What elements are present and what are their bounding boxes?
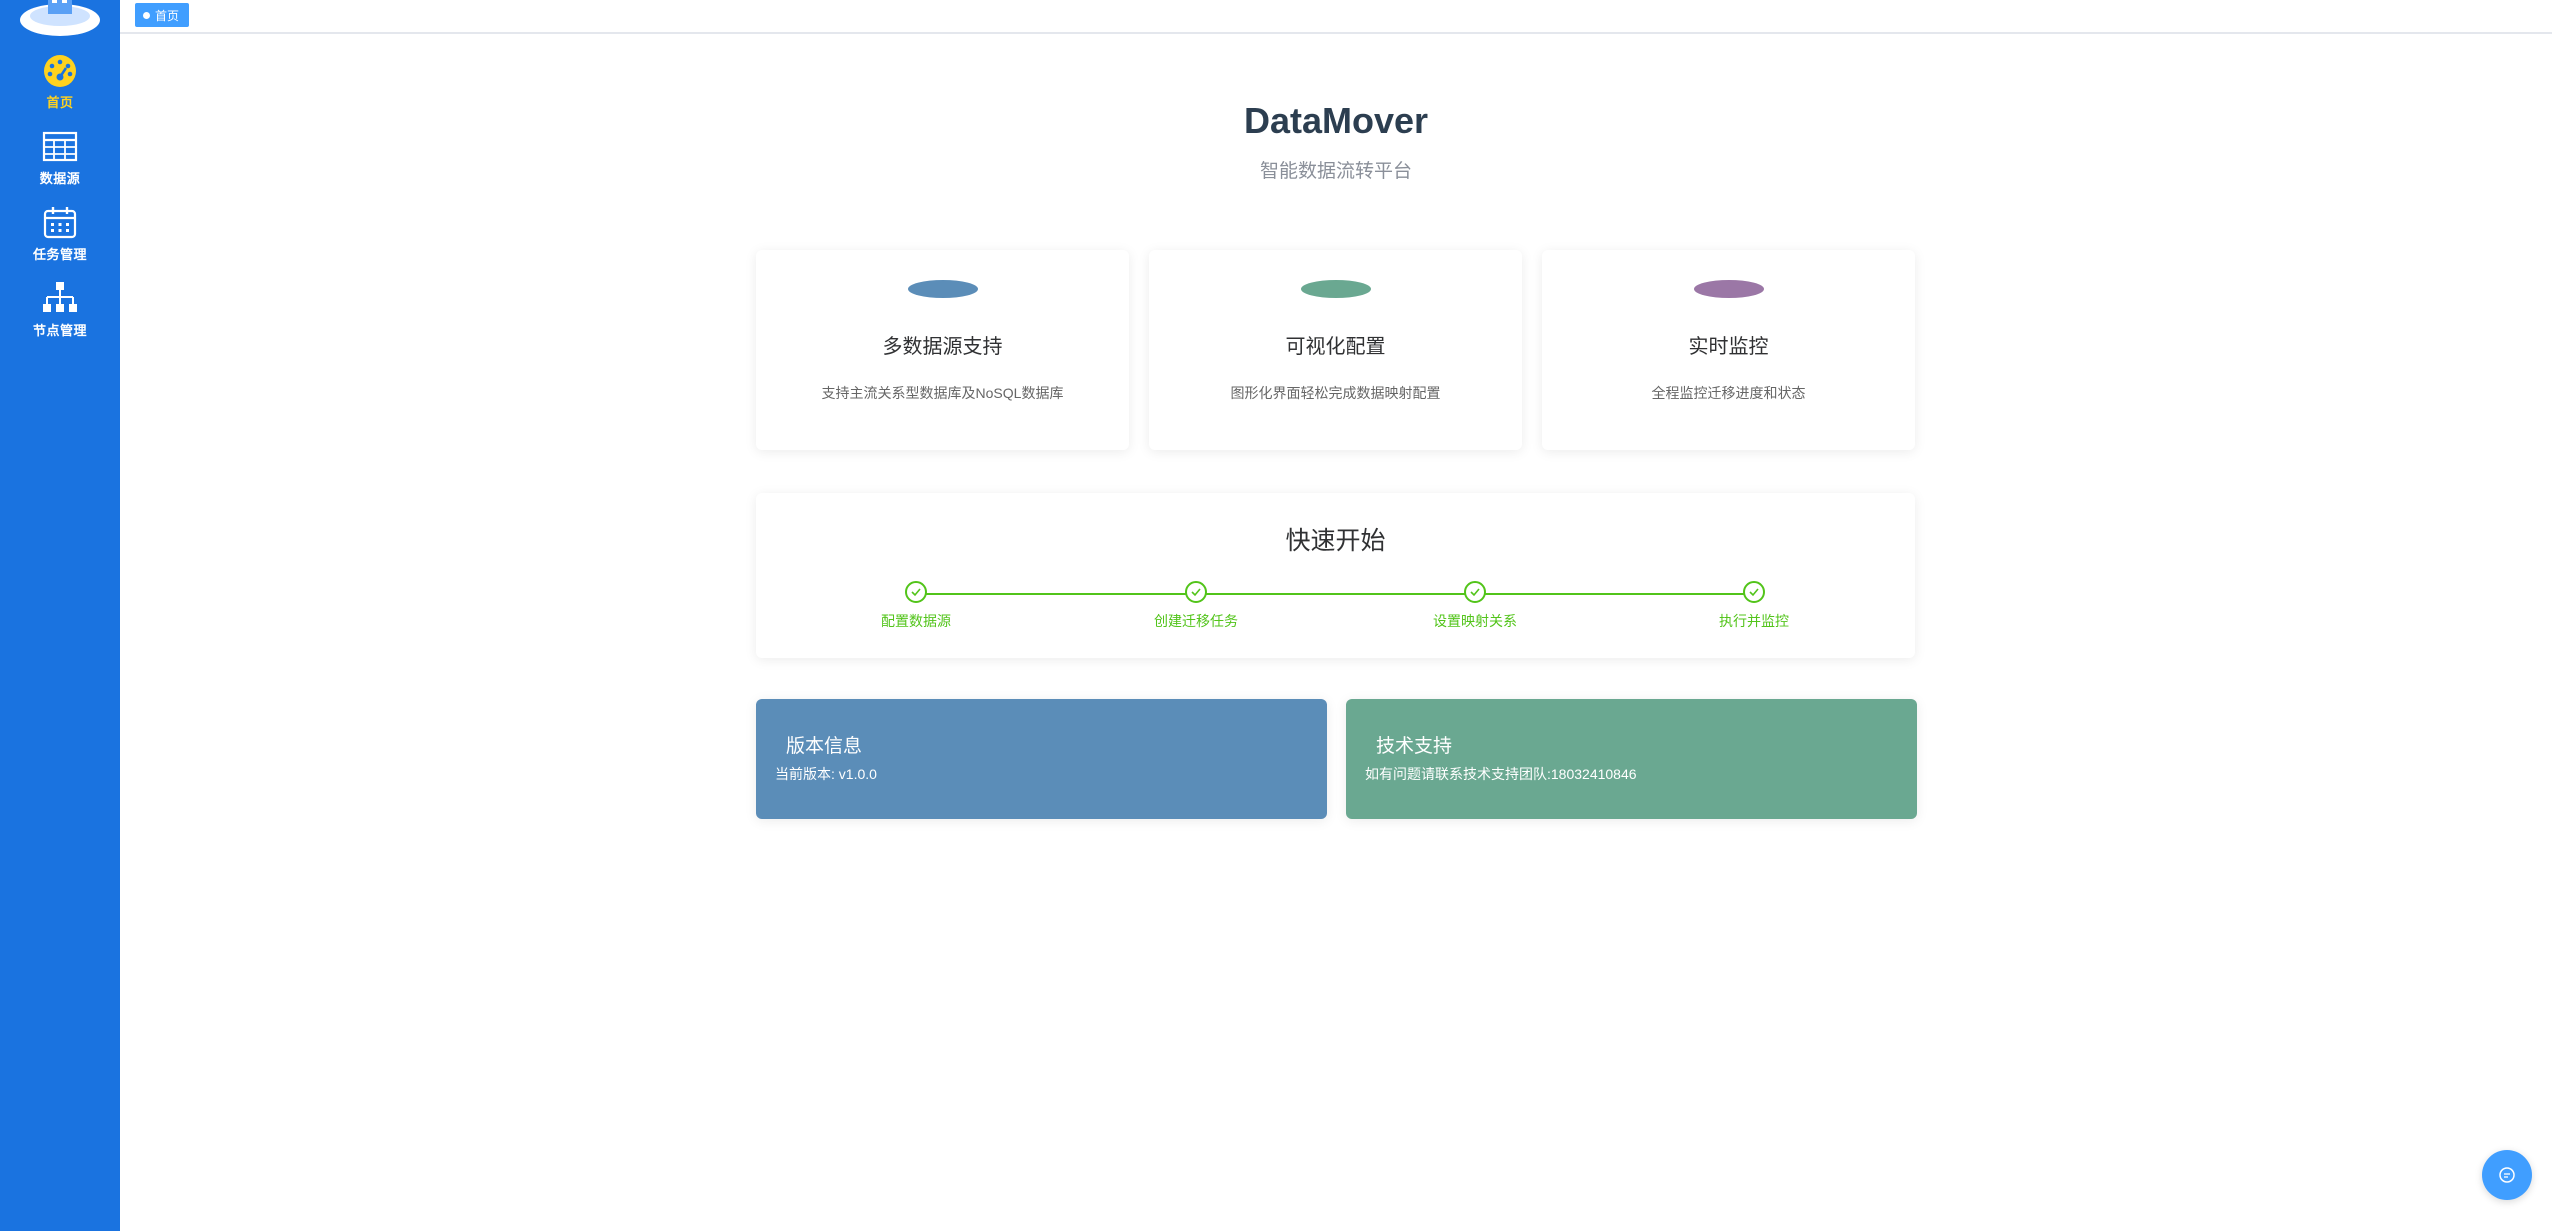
chat-bubble-icon [2499,1167,2515,1183]
tech-support-card: 技术支持 如有问题请联系技术支持团队:18032410846 [1346,699,1917,819]
check-icon [1464,581,1486,603]
sidebar-item-label: 任务管理 [32,247,87,262]
step-item: 执行并监控 [1684,581,1824,631]
step-item: 创建迁移任务 [1126,581,1266,631]
sidebar-item-label: 首页 [46,95,74,110]
app-logo [20,0,100,36]
page-title: DataMover [1243,100,1429,141]
sidebar-item-home[interactable]: 首页 [0,52,120,122]
tech-support-text: 如有问题请联系技术支持团队:18032410846 [1365,766,1637,782]
step-label: 执行并监控 [1719,613,1789,629]
step-label: 设置映射关系 [1433,613,1517,629]
step-label: 配置数据源 [881,613,951,629]
check-icon [1743,581,1765,603]
org-tree-icon [43,282,77,312]
step-item: 配置数据源 [846,581,986,631]
sidebar: 首页 数据源 任务管理 节点管理 [0,0,120,1231]
step-label: 创建迁移任务 [1154,613,1238,629]
quick-start-card: 快速开始 配置数据源 创建迁移任务 设置映射关系 执行并监控 [756,493,1915,658]
feature-title: 实时监控 [1688,336,1769,358]
dashboard-gauge-icon [44,55,76,87]
check-icon [905,581,927,603]
feature-description: 图形化界面轻松完成数据映射配置 [1230,385,1441,401]
version-info-title: 版本信息 [786,736,863,757]
feature-card: 实时监控 全程监控迁移进度和状态 [1542,250,1915,450]
chat-button[interactable] [2482,1150,2532,1200]
feature-title: 可视化配置 [1285,336,1386,358]
check-icon [1185,581,1207,603]
feature-icon [1693,280,1764,298]
version-info-card: 版本信息 当前版本: v1.0.0 [756,699,1327,819]
tech-support-title: 技术支持 [1376,736,1453,757]
sidebar-item-label: 节点管理 [32,323,87,338]
tags-view-bar: 首页 [120,0,2552,34]
feature-description: 支持主流关系型数据库及NoSQL数据库 [821,385,1064,401]
table-grid-icon [42,131,78,162]
feature-card: 多数据源支持 支持主流关系型数据库及NoSQL数据库 [756,250,1129,450]
feature-card: 可视化配置 图形化界面轻松完成数据映射配置 [1149,250,1522,450]
sidebar-item-nodes[interactable]: 节点管理 [0,280,120,350]
feature-title: 多数据源支持 [882,336,1003,358]
version-info-text: 当前版本: v1.0.0 [775,766,877,782]
calendar-icon [43,207,77,239]
sidebar-item-datasource[interactable]: 数据源 [0,128,120,198]
feature-description: 全程监控迁移进度和状态 [1651,385,1806,401]
feature-icon [1300,280,1371,298]
steps-progress-line [916,593,1754,595]
sidebar-item-tasks[interactable]: 任务管理 [0,204,120,274]
sidebar-item-label: 数据源 [39,171,81,186]
quick-start-title: 快速开始 [1285,527,1386,555]
tag-home[interactable]: 首页 [135,3,190,27]
page-subtitle: 智能数据流转平台 [1259,161,1412,182]
feature-icon [907,280,978,298]
active-dot-icon [143,11,150,19]
tag-label: 首页 [155,8,180,23]
step-item: 设置映射关系 [1405,581,1545,631]
